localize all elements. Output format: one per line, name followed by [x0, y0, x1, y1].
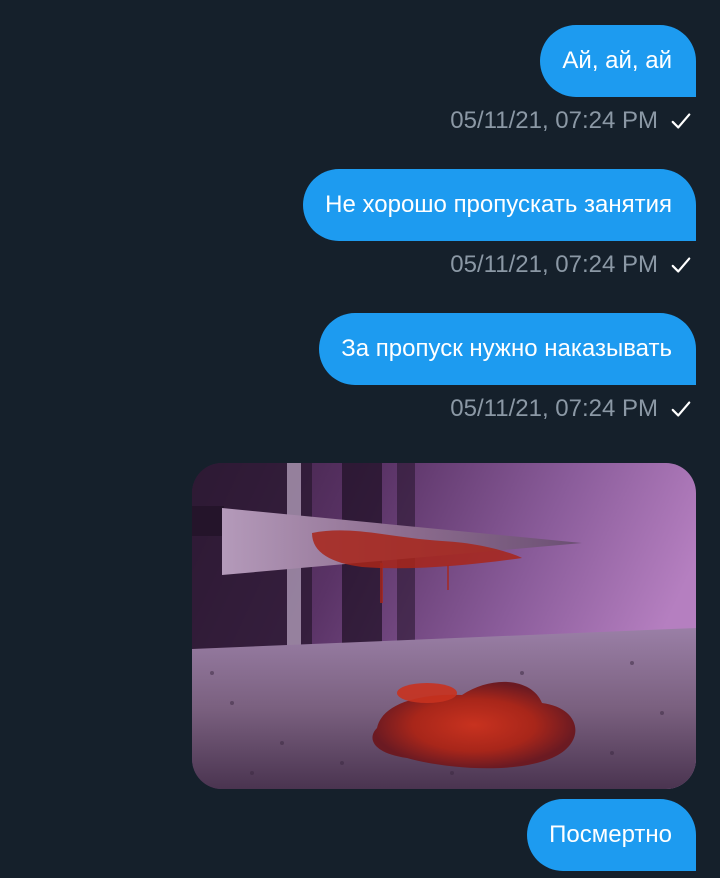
- message-timestamp: 05/11/21, 07:24 PM: [450, 107, 658, 134]
- message-text: За пропуск нужно наказывать: [341, 335, 672, 362]
- message-text: Посмертно: [549, 821, 672, 848]
- check-icon: [671, 401, 691, 417]
- message-meta: 05/11/21, 07:24 PM: [450, 250, 692, 280]
- message-text: Не хорошо пропускать занятия: [325, 191, 672, 218]
- check-icon: [671, 257, 691, 273]
- check-icon: [671, 113, 691, 129]
- message-bubble[interactable]: Посмертно: [527, 799, 696, 871]
- message-bubble[interactable]: Не хорошо пропускать занятия: [303, 169, 696, 241]
- image-message[interactable]: [192, 463, 696, 789]
- message-bubble[interactable]: За пропуск нужно наказывать: [319, 313, 696, 385]
- message-timestamp: 05/11/21, 07:24 PM: [450, 395, 658, 422]
- message-bubble[interactable]: Ай, ай, ай: [540, 25, 696, 97]
- message-text: Ай, ай, ай: [562, 47, 672, 74]
- message-timestamp: 05/11/21, 07:24 PM: [450, 251, 658, 278]
- message-meta: 05/11/21, 07:24 PM: [450, 394, 692, 424]
- knife-photo: [192, 463, 696, 789]
- message-meta: 05/11/21, 07:24 PM: [450, 106, 692, 136]
